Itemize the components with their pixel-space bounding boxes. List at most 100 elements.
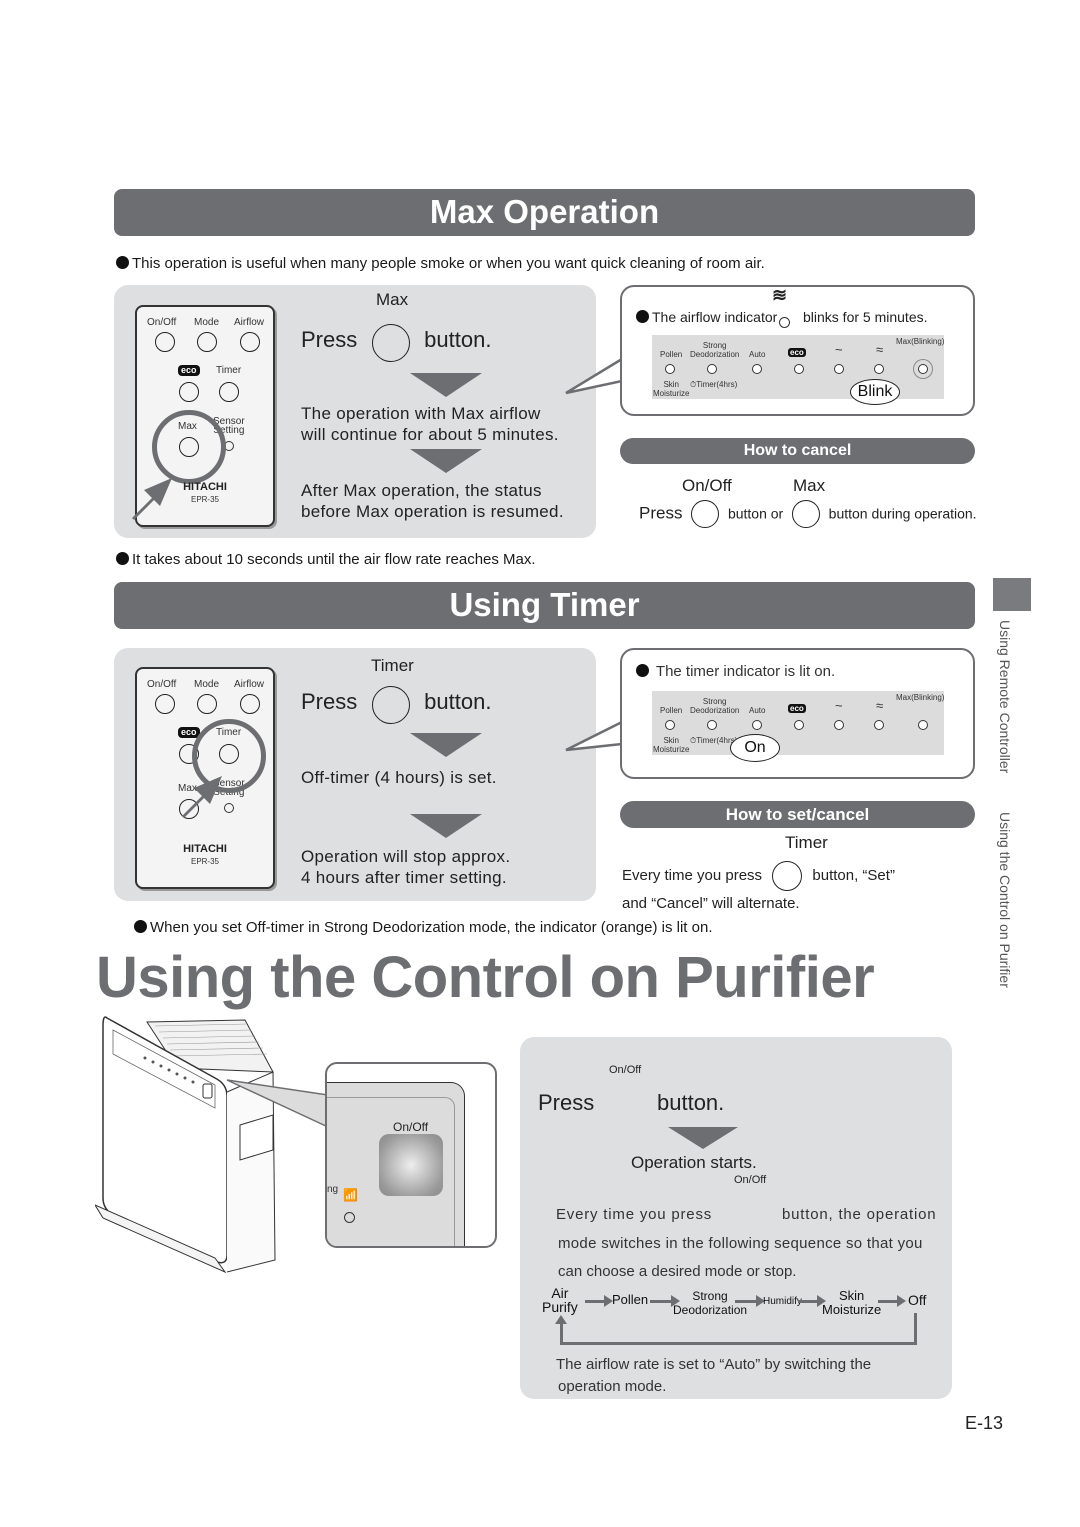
press-word: Press xyxy=(538,1090,595,1115)
timer-step-2: Operation will stop approx. 4 hours afte… xyxy=(301,846,510,888)
remote-label-airflow: Airflow xyxy=(234,679,265,690)
max-button-icon xyxy=(371,324,410,362)
remote-label-airflow: Airflow xyxy=(234,317,265,328)
max-footer-note: It takes about 10 seconds until the air … xyxy=(116,551,536,568)
max-step-2: After Max operation, the status before M… xyxy=(301,480,564,522)
side-tab-control-on-purifier[interactable]: Using the Control on Purifier xyxy=(997,812,1013,988)
indicator-label-skin: Skin Moisturize xyxy=(653,736,690,754)
button-or-text: button or xyxy=(727,505,784,522)
page-number: E-13 xyxy=(965,1413,1004,1433)
press-word: Press xyxy=(639,503,683,523)
button-word: button. xyxy=(424,327,492,353)
max-intro-text: This operation is useful when many peopl… xyxy=(132,255,765,272)
remote-eco-badge: eco xyxy=(178,365,200,376)
onoff-button-icon xyxy=(691,500,720,528)
max-instruction-panel: On/Off Mode Airflow eco Timer Max Sensor… xyxy=(114,285,596,538)
indicator-label-pollen: Pollen xyxy=(660,350,683,359)
closeup-onoff-label: On/Off xyxy=(393,1120,429,1134)
bullet-icon xyxy=(636,664,649,677)
desc-text-b: button, the operation xyxy=(782,1206,937,1223)
down-arrow-icon xyxy=(410,733,482,757)
press-word: Press xyxy=(301,689,358,715)
footer-line-1: The airflow rate is set to “Auto” by swi… xyxy=(556,1356,872,1373)
timer-instruction-panel: On/Off Mode Airflow eco Timer Max Sensor… xyxy=(114,648,596,901)
closeup-partial-label: ng xyxy=(327,1184,339,1195)
button-word: button. xyxy=(424,689,492,715)
remote-brand: HITACHI xyxy=(183,843,227,855)
indicator-label-skin: Skin Moisturize xyxy=(653,380,690,398)
loop-arrow-icon xyxy=(555,1315,567,1324)
remote-airflow-button xyxy=(240,332,260,352)
pointer-arrow-icon xyxy=(132,478,172,520)
remote-label-onoff: On/Off xyxy=(147,679,177,690)
max-step-1: The operation with Max airflow will cont… xyxy=(301,403,559,445)
timer-indicator-callout: The timer indicator is lit on. Pollen St… xyxy=(620,648,975,779)
purifier-onoff-button[interactable] xyxy=(379,1134,443,1196)
max-button-label: Max xyxy=(376,290,409,309)
indicator-label-pollen: Pollen xyxy=(660,706,683,715)
remote-mode-button xyxy=(197,332,217,352)
down-arrow-icon xyxy=(410,814,482,838)
sequence-arrow-icon xyxy=(878,1295,906,1307)
indicator-label-low: ~ xyxy=(835,698,843,713)
remote-onoff-button xyxy=(155,332,175,352)
indicator-light xyxy=(834,720,844,730)
indicator-light xyxy=(834,364,844,374)
step-line: After Max operation, the status xyxy=(301,481,542,500)
side-tab-marker xyxy=(993,578,1031,611)
mode-humidify: Humidify xyxy=(763,1296,802,1307)
section-header-using-timer: Using Timer xyxy=(114,582,975,629)
indicator-light xyxy=(707,364,717,374)
indicator-light xyxy=(665,720,675,730)
how-to-cancel-header: How to cancel xyxy=(620,438,975,464)
timer-text: Timer(4hrs) xyxy=(696,380,738,389)
step-line: 4 hours after timer setting. xyxy=(301,868,507,887)
down-arrow-icon xyxy=(668,1127,738,1149)
wifi-icon: 📶 xyxy=(343,1188,358,1202)
set-instruction-line1: Every time you press button, “Set” xyxy=(622,861,895,891)
remote-mode-button xyxy=(197,694,217,714)
remote-model: EPR-35 xyxy=(190,857,219,866)
indicator-light xyxy=(665,364,675,374)
callout-text-line: The airflow indicator xyxy=(636,309,777,325)
timer-button-icon xyxy=(371,686,410,724)
remote-timer-button xyxy=(219,382,239,402)
down-arrow-icon xyxy=(410,373,482,397)
how-to-set-cancel-header: How to set/cancel xyxy=(620,801,975,828)
timer-step-1: Off-timer (4 hours) is set. xyxy=(301,768,497,787)
timer-footer-text: When you set Off-timer in Strong Deodori… xyxy=(150,919,713,936)
timer-button-label: Timer xyxy=(371,656,414,675)
press-max-instruction: Press button. xyxy=(301,324,491,362)
sequence-arrow-icon xyxy=(585,1295,613,1307)
step-line: will continue for about 5 minutes. xyxy=(301,425,559,444)
step-line: before Max operation is resumed. xyxy=(301,502,564,521)
loop-line xyxy=(560,1323,563,1345)
pointer-arrow-icon xyxy=(182,776,222,818)
wifi-indicator-light xyxy=(344,1212,355,1223)
indicator-label-auto: Auto xyxy=(749,706,766,715)
bullet-icon xyxy=(116,552,129,565)
indicator-light xyxy=(918,720,928,730)
press-word: Press xyxy=(301,327,358,353)
bullet-icon xyxy=(134,920,147,933)
press-timer-instruction: Press button. xyxy=(301,686,491,724)
remote-onoff-button xyxy=(155,694,175,714)
indicator-label-eco: eco xyxy=(788,704,806,713)
indicator-label-low: ~ xyxy=(835,342,843,357)
indicator-label-max: Max(Blinking) xyxy=(896,693,945,702)
bullet-icon xyxy=(116,256,129,269)
indicator-light xyxy=(874,364,884,374)
remote-airflow-button xyxy=(240,694,260,714)
cancel-label-onoff: On/Off xyxy=(682,476,732,495)
side-tab-remote-controller[interactable]: Using Remote Controller xyxy=(997,620,1013,773)
button-word: button. xyxy=(657,1090,725,1115)
airflow-max-icon: ≋ xyxy=(772,285,788,305)
onoff-small-label-2: On/Off xyxy=(734,1174,767,1186)
desc-text-3: can choose a desired mode or stop. xyxy=(558,1263,797,1280)
max-intro-note: This operation is useful when many peopl… xyxy=(116,255,765,272)
desc-text-a: Every time you press xyxy=(556,1206,713,1223)
indicator-label-strong-deodorization: Strong Deodorization xyxy=(690,341,740,359)
callout-text-a: The airflow indicator xyxy=(652,309,778,325)
zoom-pointer xyxy=(226,1079,329,1129)
desc-text-2: mode switches in the following sequence … xyxy=(558,1235,923,1252)
